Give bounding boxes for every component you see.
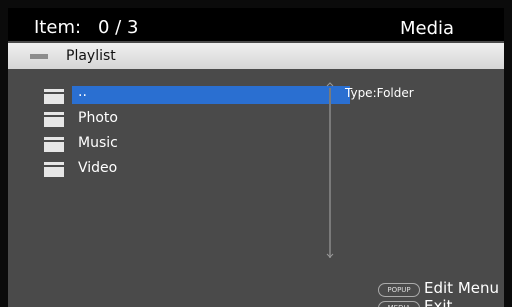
list-item-label: Music bbox=[78, 135, 118, 151]
selection-highlight bbox=[72, 86, 350, 104]
list-item-label: .. bbox=[78, 84, 87, 100]
hint-label: Exit bbox=[424, 297, 453, 307]
hint-label: Edit Menu bbox=[424, 279, 499, 297]
folder-icon bbox=[44, 137, 64, 152]
chevron-up-icon bbox=[326, 82, 334, 87]
popup-key-badge: POPUP bbox=[378, 283, 420, 297]
folder-icon bbox=[44, 162, 64, 177]
page-title: Media bbox=[400, 18, 455, 39]
breadcrumb-label: Playlist bbox=[66, 48, 116, 64]
item-label: Item: bbox=[34, 17, 82, 38]
list-item-video[interactable]: Video bbox=[44, 159, 314, 179]
hint-exit: MEDIA Exit bbox=[372, 297, 504, 307]
list-item-label: Video bbox=[78, 160, 118, 176]
list-item-parent[interactable]: .. bbox=[44, 84, 350, 106]
media-key-badge: MEDIA bbox=[378, 301, 420, 307]
type-info: Type:Folder bbox=[345, 86, 414, 100]
list-item-photo[interactable]: Photo bbox=[44, 109, 314, 129]
list-item-music[interactable]: Music bbox=[44, 134, 314, 154]
scrollbar[interactable] bbox=[329, 88, 331, 258]
chevron-down-icon bbox=[326, 253, 334, 258]
folder-icon bbox=[44, 112, 64, 127]
item-count: 0 / 3 bbox=[98, 17, 139, 38]
media-browser-window: Item: 0 / 3 Media Playlist .. Photo Musi… bbox=[8, 8, 504, 307]
folder-flat-icon bbox=[30, 54, 48, 59]
list-item-label: Photo bbox=[78, 110, 118, 126]
breadcrumb: Playlist bbox=[8, 43, 504, 69]
folder-icon bbox=[44, 89, 64, 104]
header-bar: Item: 0 / 3 Media bbox=[8, 8, 504, 41]
